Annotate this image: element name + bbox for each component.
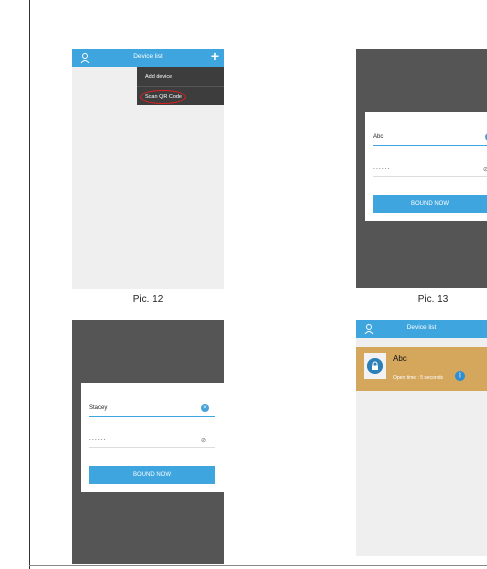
bound-now-button[interactable]: BOUND NOW (373, 195, 487, 213)
menu-item-add-device[interactable]: Add device (145, 74, 172, 80)
header-title: Device list (133, 53, 163, 60)
menu-item-scan-qr-code[interactable]: Scan QR Code (145, 94, 182, 100)
add-icon[interactable]: + (211, 49, 219, 64)
caption-pic-13: Pic. 13 (417, 294, 449, 305)
field-underline (89, 447, 215, 448)
device-name-field[interactable]: Stacey (89, 405, 107, 411)
lock-tile (364, 353, 386, 379)
password-field[interactable]: ...... (373, 164, 391, 171)
bound-now-button[interactable]: BOUND NOW (89, 466, 215, 484)
field-underline (89, 416, 215, 417)
screenshot-bind-dialog-stacey: Stacey × ...... ⊘ BOUND NOW (72, 320, 224, 564)
app-header: Device list + (72, 49, 224, 67)
caption-pic-12: Pic. 12 (132, 294, 164, 305)
screenshot-bind-dialog-abc: Abc × ...... ⊘ BOUND NOW (356, 49, 487, 288)
menu-divider (137, 86, 224, 87)
clear-icon[interactable]: × (201, 404, 209, 412)
header-title: Device list (406, 324, 437, 331)
dropdown-menu: Add device Scan QR Code (137, 67, 224, 105)
bluetooth-icon[interactable]: ᛒ (455, 371, 465, 381)
app-header: Device list (356, 320, 487, 338)
page-bottom-rule (29, 565, 487, 566)
device-name-field[interactable]: Abc (373, 134, 383, 140)
eye-off-icon[interactable]: ⊘ (201, 437, 206, 444)
field-underline (373, 145, 487, 146)
eye-off-icon[interactable]: ⊘ (483, 166, 487, 173)
bind-dialog: Stacey × ...... ⊘ BOUND NOW (81, 383, 224, 492)
device-card[interactable]: Abc Open time : 5 seconds ᛒ (356, 347, 487, 391)
screenshot-device-list-menu: Device list + Add device Scan QR Code (72, 49, 224, 289)
screenshot-device-list-bound: Device list Abc Open time : 5 seconds ᛒ (356, 320, 487, 556)
password-field[interactable]: ...... (89, 435, 107, 442)
bind-dialog: Abc × ...... ⊘ BOUND NOW (365, 112, 487, 221)
lock-icon (367, 358, 383, 374)
device-name: Abc (393, 354, 407, 363)
page-left-border (29, 0, 30, 569)
open-time-text: Open time : 5 seconds (393, 375, 444, 381)
field-underline (373, 176, 487, 177)
